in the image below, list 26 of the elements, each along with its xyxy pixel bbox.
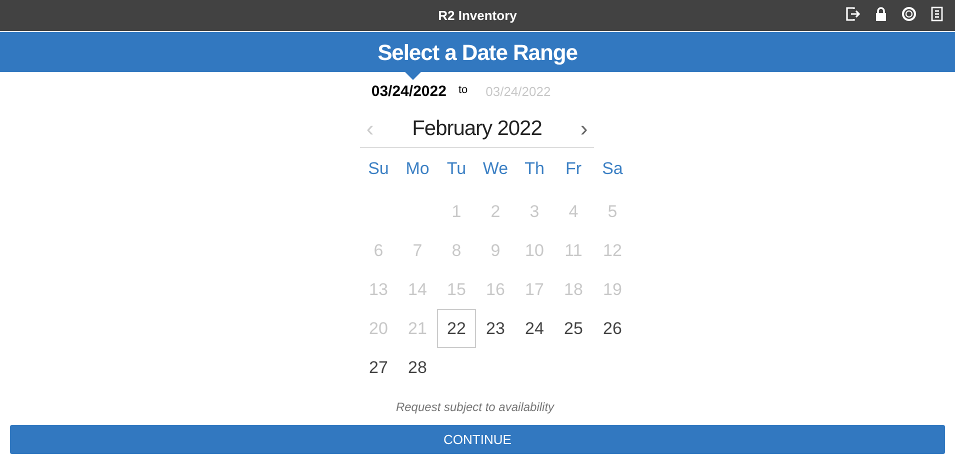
day-cell[interactable]: 24	[515, 309, 554, 348]
day-cell[interactable]: 23	[476, 309, 515, 348]
day-cell[interactable]: 26	[593, 309, 632, 348]
day-cell[interactable]: 28	[398, 348, 437, 387]
page-title: Select a Date Range	[378, 38, 578, 67]
day-cell[interactable]: 27	[359, 348, 398, 387]
weekday-label: Th	[524, 158, 544, 180]
window-title: R2 Inventory	[438, 8, 517, 22]
weekday-label: Su	[368, 158, 389, 180]
weekday-label: Fr	[565, 158, 582, 180]
day-cell[interactable]: 22	[437, 309, 476, 348]
start-date[interactable]: 03/24/2022	[371, 80, 446, 104]
weekday-label: We	[482, 158, 508, 180]
continue-button[interactable]: CONTINUE	[10, 425, 945, 454]
day-cell[interactable]: 25	[554, 309, 593, 348]
weekday-label: Sa	[602, 158, 623, 180]
weekday-label: Mo	[406, 158, 430, 180]
weekday-label: Tu	[446, 158, 466, 180]
range-separator: to	[458, 82, 468, 98]
logout-icon[interactable]	[845, 6, 861, 22]
lock-icon[interactable]	[873, 6, 889, 22]
document-icon[interactable]	[929, 6, 945, 22]
lifebuoy-icon[interactable]	[901, 6, 917, 22]
month-title: February 2022	[412, 116, 542, 142]
next-month-button[interactable]: ›	[574, 112, 594, 145]
availability-note: Request subject to availability	[396, 399, 554, 416]
